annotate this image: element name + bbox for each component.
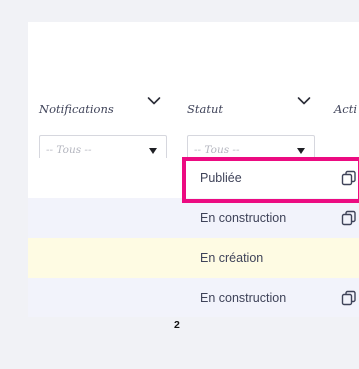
column-header-notifications[interactable]: Notifications — [39, 102, 114, 120]
table-row: Publiée — [28, 158, 359, 198]
column-header-statut[interactable]: Statut — [187, 102, 223, 120]
row-statut: En construction — [200, 211, 287, 225]
table-row: En création — [28, 238, 359, 278]
copy-icon[interactable] — [341, 290, 359, 306]
chevron-down-icon[interactable] — [297, 96, 311, 106]
caret-down-icon — [149, 148, 157, 154]
content-panel: Notifications Statut Acti -- Tous -- -- … — [28, 22, 359, 317]
row-statut: En construction — [200, 291, 287, 305]
notifications-filter-value: -- Tous -- — [46, 144, 92, 156]
row-statut: En création — [200, 251, 264, 265]
pagination-page-number[interactable]: 2 — [174, 319, 180, 331]
copy-icon[interactable] — [341, 210, 359, 226]
table-row: En construction — [28, 198, 359, 238]
chevron-down-icon[interactable] — [147, 96, 161, 106]
statut-filter-value: -- Tous -- — [194, 144, 240, 156]
caret-down-icon — [297, 148, 305, 154]
copy-icon[interactable] — [341, 170, 359, 186]
table-row: En construction — [28, 278, 359, 317]
column-header-actions[interactable]: Acti — [334, 102, 357, 120]
row-statut: Publiée — [200, 171, 242, 185]
